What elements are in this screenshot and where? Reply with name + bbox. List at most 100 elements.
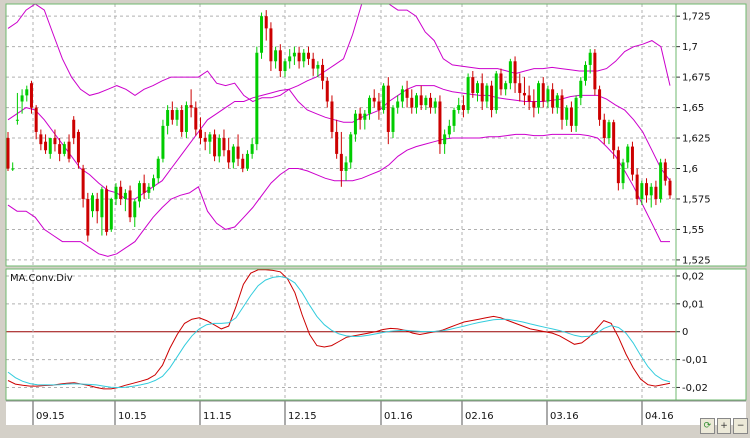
candle-up [368, 97, 372, 114]
candle-down [593, 52, 597, 90]
chart-navigation: ⟳ + − [700, 418, 749, 436]
candle-up [485, 85, 489, 102]
candle-up [504, 83, 508, 90]
candle-down [306, 52, 310, 59]
macd-tick-label: 0,01 [682, 299, 704, 310]
candle-up [349, 134, 353, 163]
candle-up [382, 85, 386, 111]
candle-up [123, 192, 127, 199]
candle-down [645, 183, 649, 196]
candle-down [203, 138, 207, 142]
candle-down [480, 83, 484, 102]
candle-down [490, 85, 494, 111]
candle-down [213, 134, 217, 157]
candle-up [175, 110, 179, 120]
time-tick-label: 01.16 [384, 411, 413, 422]
candle-down [663, 162, 667, 181]
macd-tick-label: -0,01 [682, 355, 708, 366]
candle-up [391, 107, 395, 132]
candle-down [471, 77, 475, 93]
candle-down [194, 107, 198, 130]
refresh-icon[interactable]: ⟳ [700, 418, 715, 434]
candle-down [499, 73, 503, 90]
candle-up [400, 89, 404, 102]
candle-down [635, 174, 639, 199]
candle-down [264, 16, 268, 29]
candle-up [316, 64, 320, 69]
candle-up [626, 146, 630, 163]
candle-down [105, 189, 109, 232]
candle-down [297, 52, 301, 62]
candle-up [583, 64, 587, 81]
candle-down [72, 119, 76, 139]
candle-up [555, 95, 559, 108]
candle-up [91, 195, 95, 212]
candle-up [466, 77, 470, 111]
candle-down [76, 131, 80, 163]
candle-down [86, 198, 90, 236]
candle-down [29, 83, 33, 108]
candle-up [137, 183, 141, 202]
candle-up [288, 56, 292, 62]
candle-up [302, 52, 306, 62]
price-tick-label: 1,6 [682, 164, 698, 175]
candle-down [180, 110, 184, 132]
candle-down [602, 119, 606, 139]
candle-up [274, 50, 278, 62]
macd-panel-label: MA.Conv.Div [10, 273, 73, 284]
candle-up [579, 80, 583, 98]
candle-down [44, 141, 48, 151]
candle-down [227, 150, 231, 163]
candle-down [189, 105, 193, 108]
candle-down [668, 180, 672, 196]
candle-down [527, 95, 531, 102]
candle-down [335, 131, 339, 154]
candle-up [414, 95, 418, 108]
candle-up [166, 110, 170, 126]
candle-down [372, 97, 376, 102]
candle-up [15, 119, 19, 121]
candle-up [508, 61, 512, 84]
candle-down [630, 146, 634, 175]
price-tick-label: 1,7 [682, 42, 698, 53]
candle-up [250, 144, 254, 154]
candle-down [53, 138, 57, 145]
candle-down [278, 50, 282, 72]
candle-up [537, 83, 541, 108]
candle-up [640, 183, 644, 199]
candle-up [659, 162, 663, 199]
candle-up [607, 122, 611, 139]
candle-up [25, 89, 29, 96]
macd-tick-label: -0,02 [682, 383, 708, 394]
candle-up [255, 52, 259, 145]
candle-down [34, 107, 38, 132]
candle-up [114, 186, 118, 199]
macd-tick-label: 0 [682, 327, 688, 338]
chart-window: 1,725 1,7 1,675 1,65 1,625 1,6 1,575 1,55 1,525 … [0, 0, 750, 438]
candle-down [612, 122, 616, 151]
candle-up [208, 134, 212, 142]
candle-down [560, 95, 564, 120]
candle-up [424, 97, 428, 106]
time-tick-label: 04.16 [645, 411, 674, 422]
candle-up [476, 83, 480, 93]
candle-down [518, 83, 522, 93]
candle-up [152, 178, 156, 187]
candle-down [58, 144, 62, 154]
candle-down [81, 168, 85, 199]
candle-down [532, 101, 536, 108]
candle-up [344, 162, 348, 171]
candle-up [156, 158, 160, 179]
zoom-in-icon[interactable]: + [716, 418, 732, 434]
candle-down [386, 85, 390, 132]
candle-up [109, 198, 113, 230]
time-axis-background [6, 401, 746, 425]
candle-up [443, 134, 447, 145]
time-tick-label: 12.15 [288, 411, 317, 422]
candle-down [269, 28, 273, 62]
price-tick-label: 1,725 [682, 12, 711, 23]
candle-down [522, 92, 526, 96]
price-tick-label: 1,525 [682, 255, 711, 266]
price-tick-label: 1,65 [682, 103, 704, 114]
zoom-out-icon[interactable]: − [733, 418, 749, 434]
